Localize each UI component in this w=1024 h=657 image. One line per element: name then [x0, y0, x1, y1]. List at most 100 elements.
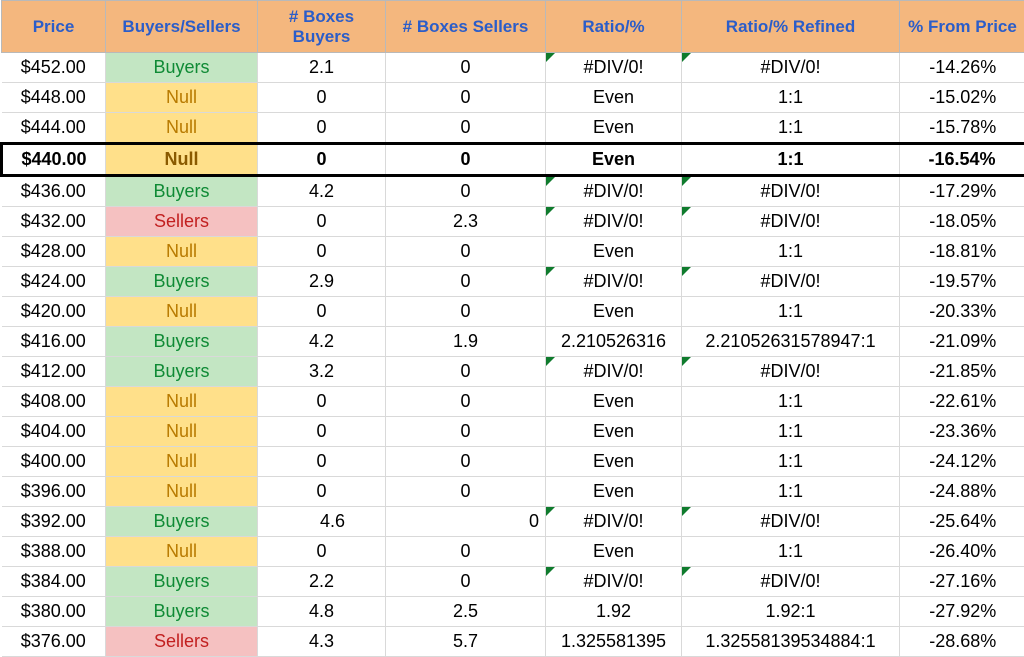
cell-price[interactable]: $408.00 — [2, 387, 106, 417]
header-buyers-sellers[interactable]: Buyers/Sellers — [106, 1, 258, 53]
cell-pct[interactable]: -18.81% — [900, 237, 1024, 267]
cell-ratioref[interactable]: 1:1 — [682, 144, 900, 176]
cell-bb[interactable]: 0 — [258, 144, 386, 176]
cell-bs[interactable]: Buyers — [106, 176, 258, 207]
cell-bb[interactable]: 4.8 — [258, 597, 386, 627]
cell-pct[interactable]: -21.85% — [900, 357, 1024, 387]
cell-bsell[interactable]: 0 — [386, 237, 546, 267]
header-boxes-sellers[interactable]: # Boxes Sellers — [386, 1, 546, 53]
cell-bs[interactable]: Null — [106, 387, 258, 417]
cell-bs[interactable]: Null — [106, 83, 258, 113]
cell-bb[interactable]: 0 — [258, 83, 386, 113]
cell-pct[interactable]: -17.29% — [900, 176, 1024, 207]
cell-ratioref[interactable]: 1:1 — [682, 417, 900, 447]
cell-price[interactable]: $440.00 — [2, 144, 106, 176]
cell-price[interactable]: $380.00 — [2, 597, 106, 627]
cell-bs[interactable]: Buyers — [106, 327, 258, 357]
cell-bs[interactable]: Buyers — [106, 567, 258, 597]
header-ratio[interactable]: Ratio/% — [546, 1, 682, 53]
cell-bsell[interactable]: 0 — [386, 567, 546, 597]
header-price[interactable]: Price — [2, 1, 106, 53]
cell-price[interactable]: $420.00 — [2, 297, 106, 327]
cell-pct[interactable]: -27.92% — [900, 597, 1024, 627]
cell-ratioref[interactable]: #DIV/0! — [682, 176, 900, 207]
cell-price[interactable]: $424.00 — [2, 267, 106, 297]
cell-pct[interactable]: -14.26% — [900, 53, 1024, 83]
cell-bsell[interactable]: 0 — [386, 297, 546, 327]
cell-bb[interactable]: 0 — [258, 297, 386, 327]
cell-bsell[interactable]: 0 — [386, 83, 546, 113]
cell-bs[interactable]: Null — [106, 237, 258, 267]
cell-pct[interactable]: -21.09% — [900, 327, 1024, 357]
cell-bsell[interactable]: 0 — [386, 387, 546, 417]
cell-bb[interactable]: 2.9 — [258, 267, 386, 297]
cell-ratio[interactable]: #DIV/0! — [546, 567, 682, 597]
cell-bsell[interactable]: 0 — [386, 357, 546, 387]
cell-ratioref[interactable]: #DIV/0! — [682, 267, 900, 297]
cell-ratioref[interactable]: #DIV/0! — [682, 207, 900, 237]
cell-bs[interactable]: Buyers — [106, 53, 258, 83]
cell-ratioref[interactable]: 1:1 — [682, 113, 900, 144]
cell-price[interactable]: $404.00 — [2, 417, 106, 447]
cell-bsell[interactable]: 0 — [386, 537, 546, 567]
cell-bs[interactable]: Null — [106, 297, 258, 327]
cell-price[interactable]: $416.00 — [2, 327, 106, 357]
cell-bs[interactable]: Null — [106, 537, 258, 567]
cell-price[interactable]: $436.00 — [2, 176, 106, 207]
cell-price[interactable]: $428.00 — [2, 237, 106, 267]
cell-bb[interactable]: 0 — [258, 113, 386, 144]
cell-bb[interactable]: 0 — [258, 417, 386, 447]
cell-ratio[interactable]: #DIV/0! — [546, 357, 682, 387]
cell-price[interactable]: $412.00 — [2, 357, 106, 387]
cell-bs[interactable]: Null — [106, 477, 258, 507]
cell-ratio[interactable]: #DIV/0! — [546, 176, 682, 207]
cell-pct[interactable]: -19.57% — [900, 267, 1024, 297]
header-boxes-buyers[interactable]: # Boxes Buyers — [258, 1, 386, 53]
cell-pct[interactable]: -23.36% — [900, 417, 1024, 447]
cell-bb[interactable]: 3.2 — [258, 357, 386, 387]
cell-bs[interactable]: Buyers — [106, 597, 258, 627]
cell-ratio[interactable]: #DIV/0! — [546, 53, 682, 83]
cell-pct[interactable]: -24.12% — [900, 447, 1024, 477]
cell-pct[interactable]: -25.64% — [900, 507, 1024, 537]
cell-ratioref[interactable]: #DIV/0! — [682, 357, 900, 387]
cell-bs[interactable]: Null — [106, 447, 258, 477]
cell-bs[interactable]: Null — [106, 113, 258, 144]
cell-pct[interactable]: -27.16% — [900, 567, 1024, 597]
cell-bb[interactable]: 4.2 — [258, 176, 386, 207]
cell-bsell[interactable]: 0 — [386, 447, 546, 477]
cell-bsell[interactable]: 2.5 — [386, 597, 546, 627]
header-pct-from-price[interactable]: % From Price — [900, 1, 1024, 53]
cell-bsell[interactable]: 0 — [386, 477, 546, 507]
cell-ratioref[interactable]: 1:1 — [682, 297, 900, 327]
cell-bsell[interactable]: 0 — [386, 507, 546, 537]
cell-ratio[interactable]: Even — [546, 417, 682, 447]
cell-ratio[interactable]: #DIV/0! — [546, 507, 682, 537]
cell-ratio[interactable]: Even — [546, 537, 682, 567]
cell-ratio[interactable]: Even — [546, 477, 682, 507]
cell-ratio[interactable]: Even — [546, 387, 682, 417]
cell-price[interactable]: $432.00 — [2, 207, 106, 237]
cell-pct[interactable]: -28.68% — [900, 627, 1024, 657]
cell-price[interactable]: $452.00 — [2, 53, 106, 83]
cell-bs[interactable]: Buyers — [106, 507, 258, 537]
cell-ratioref[interactable]: 2.21052631578947:1 — [682, 327, 900, 357]
cell-bb[interactable]: 4.2 — [258, 327, 386, 357]
cell-ratio[interactable]: 1.325581395 — [546, 627, 682, 657]
cell-bb[interactable]: 0 — [258, 207, 386, 237]
cell-bsell[interactable]: 0 — [386, 176, 546, 207]
cell-ratio[interactable]: #DIV/0! — [546, 267, 682, 297]
cell-price[interactable]: $376.00 — [2, 627, 106, 657]
cell-bb[interactable]: 0 — [258, 237, 386, 267]
cell-price[interactable]: $392.00 — [2, 507, 106, 537]
cell-pct[interactable]: -20.33% — [900, 297, 1024, 327]
cell-price[interactable]: $384.00 — [2, 567, 106, 597]
cell-bb[interactable]: 0 — [258, 477, 386, 507]
cell-price[interactable]: $448.00 — [2, 83, 106, 113]
cell-bs[interactable]: Sellers — [106, 627, 258, 657]
cell-bsell[interactable]: 0 — [386, 267, 546, 297]
cell-ratioref[interactable]: 1:1 — [682, 237, 900, 267]
cell-price[interactable]: $388.00 — [2, 537, 106, 567]
cell-pct[interactable]: -16.54% — [900, 144, 1024, 176]
cell-bsell[interactable]: 0 — [386, 417, 546, 447]
